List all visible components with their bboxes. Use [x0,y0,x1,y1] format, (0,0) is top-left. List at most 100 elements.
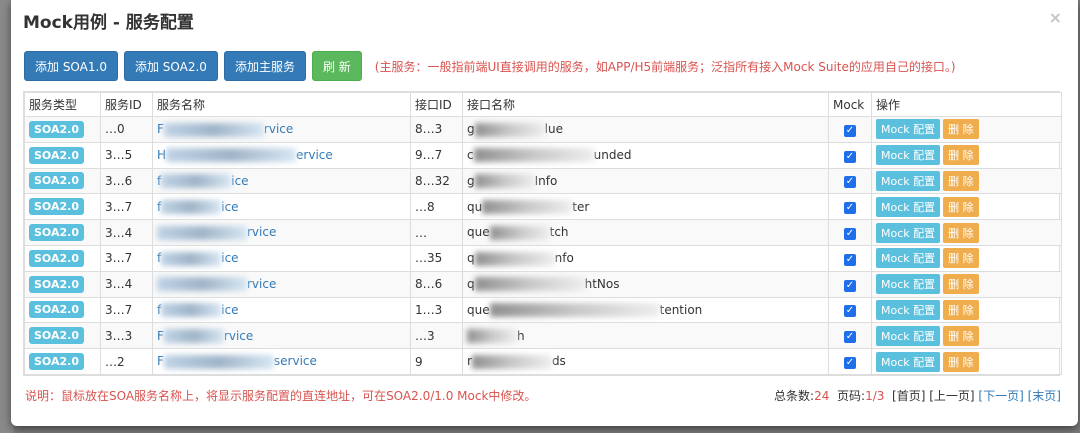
service-name-cell[interactable]: rvice [152,270,411,298]
total-value: 24 [814,389,830,403]
service-name-prefix[interactable]: F [157,122,164,136]
service-name-cell[interactable]: f ice [152,193,411,221]
add-main-service-button[interactable]: 添加主服务 [223,51,306,81]
service-name-cell[interactable]: Hervice [152,141,411,169]
service-name-cell[interactable]: f ice [152,244,411,272]
service-name-suffix[interactable]: ervice [296,148,333,162]
delete-button[interactable]: 删 除 [943,325,979,346]
delete-button[interactable]: 删 除 [943,196,979,217]
main-service-hint: (主服务：一般指前端UI直接调用的服务，如APP/H5前端服务；泛指所有接入Mo… [374,59,956,74]
redacted-block [474,251,555,266]
page-value: 1/3 [865,389,885,403]
first-page-link[interactable]: [首页] [892,389,925,403]
delete-button[interactable]: 删 除 [943,274,979,295]
header-service-name: 服务名称 [152,92,411,117]
delete-button[interactable]: 删 除 [943,170,979,191]
delete-button[interactable]: 删 除 [943,351,979,372]
service-name-cell[interactable]: rvice [152,219,411,246]
service-name-suffix[interactable]: rvice [247,225,276,239]
delete-button[interactable]: 删 除 [943,119,979,140]
table-row: SOA2.0 …0 Frvice 8…3 g lue ✓ Mock 配置删 除 [24,116,1062,143]
mock-cell: ✓ [828,193,872,221]
mock-config-button[interactable]: Mock 配置 [876,325,941,346]
actions-cell: Mock 配置删 除 [871,244,1062,272]
mock-checkbox[interactable]: ✓ [844,228,856,241]
service-name-suffix[interactable]: ice [231,174,248,188]
interface-name-cell: g lue [462,116,829,143]
mock-checkbox[interactable]: ✓ [844,176,856,189]
service-type-cell: SOA2.0 [24,193,101,221]
service-name-cell[interactable]: Frvice [152,116,411,143]
mock-checkbox[interactable]: ✓ [844,124,856,137]
delete-button[interactable]: 删 除 [943,248,979,269]
delete-button[interactable]: 删 除 [943,299,979,320]
soa-badge: SOA2.0 [29,224,84,242]
mock-config-button[interactable]: Mock 配置 [876,274,941,295]
delete-button[interactable]: 删 除 [943,222,979,243]
mock-config-button[interactable]: Mock 配置 [876,196,941,217]
interface-name-cell: que tention [462,296,829,324]
redacted-block [467,329,517,344]
mock-config-button[interactable]: Mock 配置 [876,119,941,140]
mock-config-button[interactable]: Mock 配置 [876,248,941,269]
service-name-cell[interactable]: f ice [152,296,411,324]
interface-name-prefix: g [467,122,475,137]
prev-page-link[interactable]: [上一页] [929,389,974,403]
mock-config-button[interactable]: Mock 配置 [876,222,941,243]
total-label: 总条数: [774,389,815,403]
interface-name-suffix: h [517,328,525,343]
service-id-cell: 3…5 [100,141,153,169]
service-name-prefix[interactable]: F [157,354,164,368]
mock-config-button[interactable]: Mock 配置 [876,170,941,191]
interface-name-cell: q nfo [462,244,829,272]
service-type-cell: SOA2.0 [24,219,101,246]
add-soa2-button[interactable]: 添加 SOA2.0 [123,51,218,81]
redacted-block [161,200,222,215]
close-icon[interactable]: × [1049,8,1062,27]
service-name-suffix[interactable]: service [274,354,317,368]
mock-checkbox[interactable]: ✓ [844,150,856,163]
service-name-cell[interactable]: Fservice [152,348,411,375]
redacted-block [161,251,222,266]
mock-checkbox[interactable]: ✓ [844,305,856,318]
service-name-prefix[interactable]: F [157,329,164,343]
service-id-cell: 3…3 [100,322,153,350]
usage-note: 说明：鼠标放在SOA服务名称上，将显示服务配置的直连地址，可在SOA2.0/1.… [25,389,537,403]
mock-config-button[interactable]: Mock 配置 [876,145,941,166]
soa-badge: SOA2.0 [29,120,84,138]
service-name-cell[interactable]: f ice [152,167,411,195]
redacted-block [482,200,573,215]
next-page-link[interactable]: [下一页] [978,389,1023,403]
interface-name-cell: q htNos [462,270,829,298]
service-name-suffix[interactable]: rvice [264,122,293,136]
service-name-prefix[interactable]: H [157,148,166,162]
mock-cell: ✓ [828,296,872,324]
mock-checkbox[interactable]: ✓ [844,357,856,370]
last-page-link[interactable]: [末页] [1028,389,1061,403]
mock-checkbox[interactable]: ✓ [844,202,856,215]
actions-cell: Mock 配置删 除 [871,167,1062,195]
service-name-suffix[interactable]: ice [221,303,238,317]
service-name-suffix[interactable]: ice [221,200,238,214]
header-service-type: 服务类型 [24,92,101,117]
service-name-suffix[interactable]: rvice [247,277,276,291]
mock-cell: ✓ [828,116,872,143]
mock-checkbox[interactable]: ✓ [844,331,856,344]
mock-config-button[interactable]: Mock 配置 [876,351,941,372]
service-name-suffix[interactable]: rvice [224,329,253,343]
service-id-cell: 3…4 [100,219,153,246]
mock-config-button[interactable]: Mock 配置 [876,299,941,320]
delete-button[interactable]: 删 除 [943,145,979,166]
table-row: SOA2.0 3…7 f ice …8 qu ter ✓ Mock 配置删 除 [24,193,1062,221]
service-id-cell: 3…7 [100,296,153,324]
modal-header: Mock用例 - 服务配置 × [11,0,1078,40]
service-name-suffix[interactable]: ice [221,251,238,265]
mock-checkbox[interactable]: ✓ [844,279,856,292]
interface-name-suffix: nfo [554,251,574,266]
add-soa1-button[interactable]: 添加 SOA1.0 [24,51,118,81]
interface-name-prefix: q [467,251,475,266]
service-name-cell[interactable]: Frvice [152,322,411,350]
page-label: 页码: [837,389,866,403]
refresh-button[interactable]: 刷 新 [311,51,362,81]
mock-checkbox[interactable]: ✓ [844,253,856,266]
